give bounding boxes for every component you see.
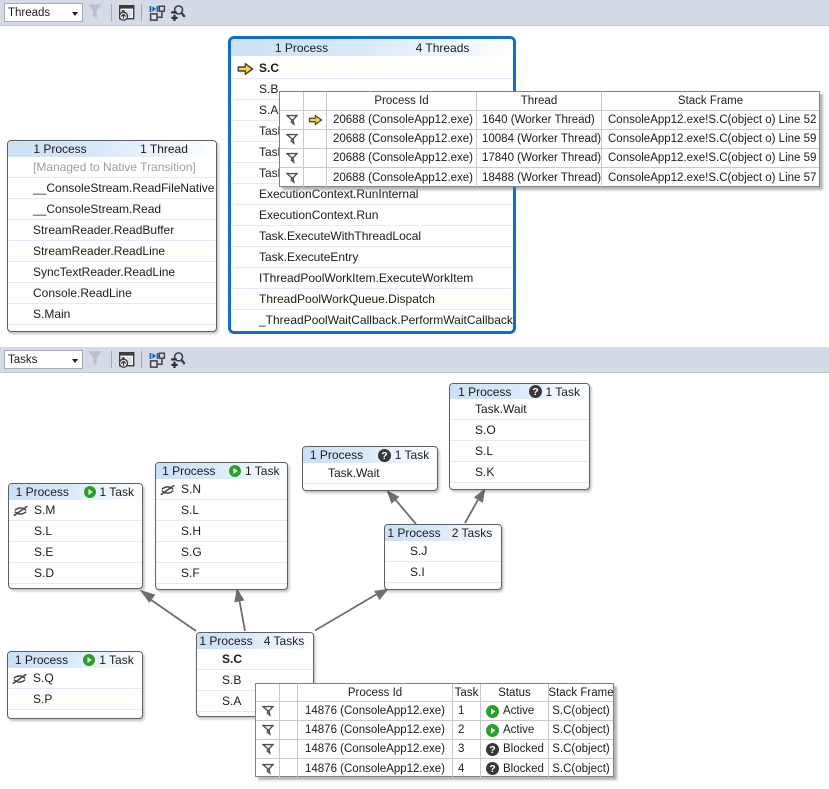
svg-text:?: ? <box>489 763 495 775</box>
svg-text:?: ? <box>532 386 538 398</box>
svg-text:?: ? <box>381 450 387 462</box>
svg-text:?: ? <box>489 744 495 756</box>
